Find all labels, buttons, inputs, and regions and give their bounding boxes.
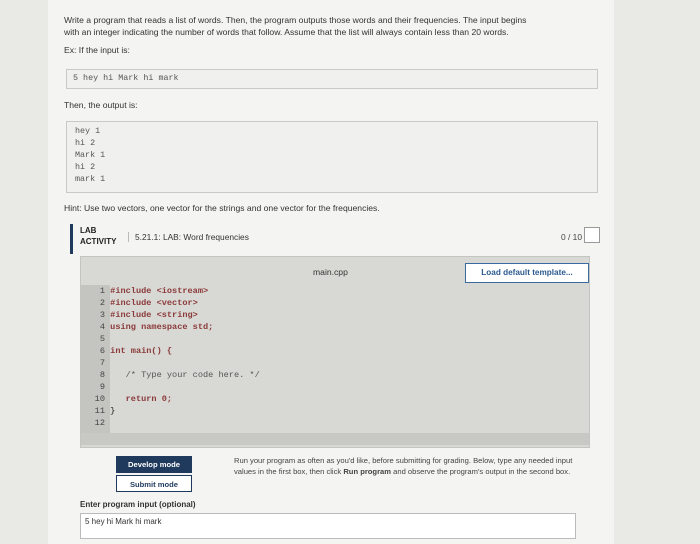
- output-label: Then, the output is:: [64, 100, 138, 110]
- output-line: hey 1: [75, 126, 101, 136]
- code-line[interactable]: 5: [81, 333, 110, 345]
- example-output-box: hey 1 hi 2 Mark 1 hi 2 mark 1: [66, 121, 598, 193]
- code-text: /* Type your code here. */: [110, 370, 260, 380]
- line-number: 2: [99, 298, 105, 308]
- lab-tag-line-2: ACTIVITY: [80, 237, 117, 246]
- line-number: 3: [99, 310, 105, 320]
- hint-text: Hint: Use two vectors, one vector for th…: [64, 203, 380, 213]
- program-input-value: 5 hey hi Mark hi mark: [85, 517, 162, 526]
- code-text: }: [110, 406, 116, 416]
- code-line[interactable]: 12: [81, 417, 110, 429]
- code-text: #include <iostream>: [110, 286, 209, 296]
- example-input-text: 5 hey hi Mark hi mark: [73, 73, 179, 83]
- example-label: Ex: If the input is:: [64, 45, 130, 55]
- submit-mode-button[interactable]: Submit mode: [116, 475, 192, 492]
- code-line[interactable]: 7: [81, 357, 110, 369]
- program-input-field[interactable]: 5 hey hi Mark hi mark: [80, 513, 576, 539]
- develop-mode-button[interactable]: Develop mode: [116, 456, 192, 473]
- line-number: 5: [99, 334, 105, 344]
- line-number: 6: [99, 346, 105, 356]
- output-line: mark 1: [75, 174, 106, 184]
- code-line[interactable]: 9: [81, 381, 110, 393]
- code-line[interactable]: 11 }: [81, 405, 116, 417]
- code-text: #include <string>: [110, 310, 198, 320]
- completion-checkbox-icon: [584, 227, 600, 243]
- line-number: 4: [99, 322, 105, 332]
- problem-intro-line-1: Write a program that reads a list of wor…: [64, 15, 527, 25]
- code-text: int main() {: [110, 346, 173, 356]
- code-text: #include <vector>: [110, 298, 198, 308]
- run-instructions-text-end: and observe the program's output in the …: [391, 466, 571, 476]
- code-editor-panel: main.cpp Load default template... 1 #inc…: [80, 256, 590, 448]
- output-line: hi 2: [75, 162, 96, 172]
- lab-title: 5.21.1: LAB: Word frequencies: [128, 232, 249, 242]
- load-default-template-button[interactable]: Load default template...: [465, 263, 589, 283]
- code-line[interactable]: 4 using namespace std;: [81, 321, 214, 333]
- code-line[interactable]: 6 int main() {: [81, 345, 172, 357]
- code-area[interactable]: 1 #include <iostream> 2 #include <vector…: [81, 285, 589, 433]
- lab-accent-bar: [70, 224, 73, 254]
- output-line: Mark 1: [75, 150, 106, 160]
- code-text: return 0;: [110, 394, 173, 404]
- problem-description: Write a program that reads a list of wor…: [64, 14, 604, 38]
- line-number: 12: [94, 418, 105, 428]
- example-input-box: 5 hey hi Mark hi mark: [66, 69, 598, 89]
- code-line[interactable]: 10 return 0;: [81, 393, 172, 405]
- code-line[interactable]: 8 /* Type your code here. */: [81, 369, 260, 381]
- line-number: 8: [99, 370, 105, 380]
- line-number: 10: [94, 394, 105, 404]
- run-instructions: Run your program as often as you'd like,…: [234, 456, 594, 477]
- code-line[interactable]: 2 #include <vector>: [81, 297, 198, 309]
- code-text: using namespace std;: [110, 322, 214, 332]
- run-program-emphasis: Run program: [343, 466, 392, 476]
- editor-horizontal-scrollbar[interactable]: [81, 433, 589, 445]
- lab-activity-tag: LAB ACTIVITY: [80, 225, 116, 247]
- line-number: 9: [99, 382, 105, 392]
- program-input-label: Enter program input (optional): [80, 500, 196, 509]
- code-line[interactable]: 3 #include <string>: [81, 309, 198, 321]
- lab-activity-header: LAB ACTIVITY 5.21.1: LAB: Word frequenci…: [70, 222, 600, 256]
- output-line: hi 2: [75, 138, 96, 148]
- line-number: 1: [99, 286, 105, 296]
- line-number: 11: [94, 406, 105, 416]
- score-text: 0 / 10: [561, 232, 582, 242]
- editor-filename: main.cpp: [313, 267, 348, 277]
- lab-tag-line-1: LAB: [80, 226, 97, 235]
- code-line[interactable]: 1 #include <iostream>: [81, 285, 208, 297]
- problem-intro-line-2: with an integer indicating the number of…: [64, 27, 509, 37]
- line-number: 7: [99, 358, 105, 368]
